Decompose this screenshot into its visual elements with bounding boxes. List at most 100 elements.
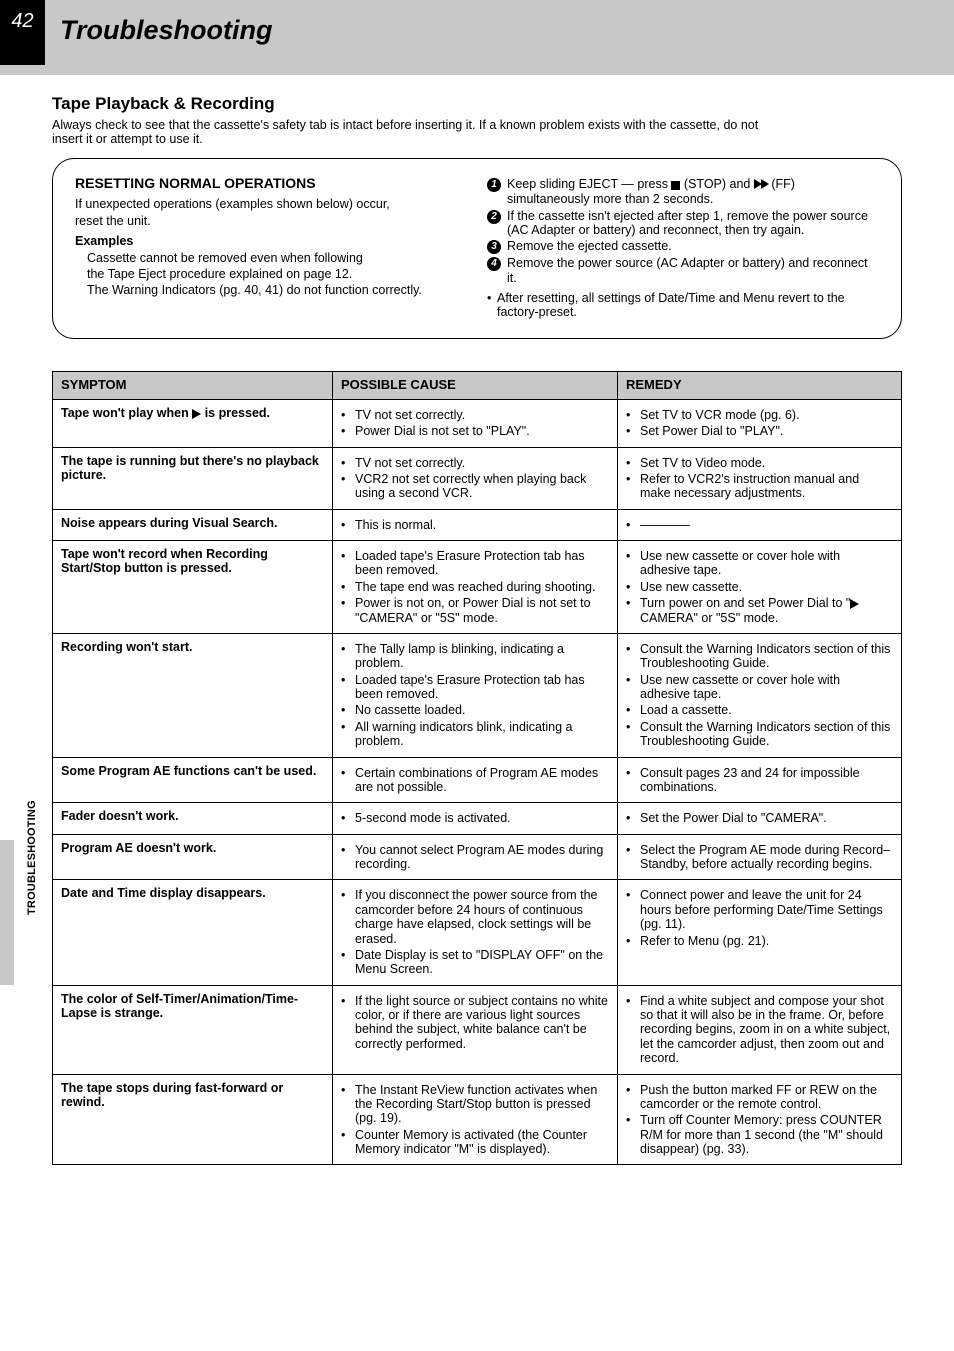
bullet-icon	[341, 1128, 355, 1157]
remedy-cell: Connect power and leave the unit for 24 …	[618, 880, 902, 985]
cause-text: Loaded tape's Erasure Protection tab has…	[355, 549, 609, 578]
bullet-icon	[341, 408, 355, 422]
symptom-cell: The tape is running but there's no playb…	[53, 447, 333, 509]
cause-text: The Tally lamp is blinking, indicating a…	[355, 642, 609, 671]
cause-text: You cannot select Program AE modes durin…	[355, 843, 609, 872]
bullet-icon	[626, 456, 640, 470]
symptom-cell: Date and Time display disappears.	[53, 880, 333, 985]
table-row: Tape won't record when Recording Start/S…	[53, 541, 902, 634]
remedy-cell: Select the Program AE mode during Record…	[618, 834, 902, 880]
cause-text: Certain combinations of Program AE modes…	[355, 766, 609, 795]
bullet-icon	[341, 549, 355, 578]
symptom-cell: Tape won't play when is pressed.	[53, 399, 333, 447]
reset-example2: The Warning Indicators (pg. 40, 41) do n…	[87, 283, 422, 297]
bullet-icon	[626, 424, 640, 438]
cause-text: Loaded tape's Erasure Protection tab has…	[355, 673, 609, 702]
step-badge-3: 3	[487, 240, 501, 254]
remedy-text: Set the Power Dial to "CAMERA".	[640, 811, 893, 825]
cause-text: The tape end was reached during shooting…	[355, 580, 609, 594]
reset-step4: Remove the power source (AC Adapter or b…	[507, 256, 879, 285]
col-cause: POSSIBLE CAUSE	[333, 371, 618, 399]
remedy-cell: Consult pages 23 and 24 for impossible c…	[618, 757, 902, 803]
remedy-cell: Use new cassette or cover hole with adhe…	[618, 541, 902, 634]
bullet-icon	[626, 408, 640, 422]
table-row: Program AE doesn't work. You cannot selec…	[53, 834, 902, 880]
bullet-icon	[341, 948, 355, 977]
bullet-icon	[626, 1113, 640, 1156]
remedy-text: Set TV to VCR mode (pg. 6).	[640, 408, 893, 422]
symptom-cell: Noise appears during Visual Search.	[53, 509, 333, 540]
step-badge-2: 2	[487, 210, 501, 224]
cause-text: The Instant ReView function activates wh…	[355, 1083, 609, 1126]
bullet-icon	[341, 642, 355, 671]
col-remedy: REMEDY	[618, 371, 902, 399]
bullet-icon	[341, 888, 355, 946]
bullet-icon	[626, 843, 640, 872]
cause-text: All warning indicators blink, indicating…	[355, 720, 609, 749]
bullet-icon	[341, 766, 355, 795]
reset-panel: RESETTING NORMAL OPERATIONS If unexpecte…	[52, 158, 902, 339]
symptom-cell: Program AE doesn't work.	[53, 834, 333, 880]
table-row: Date and Time display disappears. If you …	[53, 880, 902, 985]
bullet-icon	[626, 1083, 640, 1112]
reset-intro-l2: reset the unit.	[75, 214, 467, 228]
remedy-text: Use new cassette or cover hole with adhe…	[640, 673, 893, 702]
bullet-icon	[626, 642, 640, 671]
bullet-icon	[341, 518, 355, 532]
cause-cell: This is normal.	[333, 509, 618, 540]
bullet-icon	[341, 703, 355, 717]
symptom-cell: The color of Self-Timer/Animation/Time-L…	[53, 985, 333, 1074]
remedy-text: Consult pages 23 and 24 for impossible c…	[640, 766, 893, 795]
cause-cell: The Instant ReView function activates wh…	[333, 1074, 618, 1165]
remedy-cell: Set TV to Video mode.Refer to VCR2's ins…	[618, 447, 902, 509]
bullet-icon	[626, 472, 640, 501]
remedy-text: Set TV to Video mode.	[640, 456, 893, 470]
bullet-icon	[626, 703, 640, 717]
step-badge-4: 4	[487, 257, 501, 271]
bullet-icon	[626, 673, 640, 702]
bullet-icon	[341, 456, 355, 470]
bullet-icon	[341, 843, 355, 872]
cause-text: VCR2 not set correctly when playing back…	[355, 472, 609, 501]
remedy-text: Use new cassette or cover hole with adhe…	[640, 549, 893, 578]
cause-text: If the light source or subject contains …	[355, 994, 609, 1052]
bullet-icon	[626, 580, 640, 594]
bullet-icon	[626, 518, 640, 532]
reset-after-note: After resetting, all settings of Date/Ti…	[497, 291, 879, 320]
bullet-icon	[341, 720, 355, 749]
reset-examples-heading: Examples	[75, 234, 467, 248]
symptom-cell: Recording won't start.	[53, 633, 333, 757]
remedy-text: Push the button marked FF or REW on the …	[640, 1083, 893, 1112]
table-row: The tape is running but there's no playb…	[53, 447, 902, 509]
cause-cell: The Tally lamp is blinking, indicating a…	[333, 633, 618, 757]
remedy-cell: Find a white subject and compose your sh…	[618, 985, 902, 1074]
symptom-cell: Fader doesn't work.	[53, 803, 333, 834]
remedy-cell: ————	[618, 509, 902, 540]
remedy-cell: Consult the Warning Indicators section o…	[618, 633, 902, 757]
remedy-text: Use new cassette.	[640, 580, 893, 594]
troubleshooting-table: SYMPTOM POSSIBLE CAUSE REMEDY Tape won't…	[52, 371, 902, 1166]
bullet-icon	[626, 888, 640, 931]
remedy-text: Connect power and leave the unit for 24 …	[640, 888, 893, 931]
table-row: The tape stops during fast-forward or re…	[53, 1074, 902, 1165]
bullet-icon	[341, 424, 355, 438]
bullet-icon	[626, 766, 640, 795]
table-row: Fader doesn't work.5-second mode is acti…	[53, 803, 902, 834]
bullet-icon	[341, 811, 355, 825]
cause-cell: If you disconnect the power source from …	[333, 880, 618, 985]
remedy-text: Turn power on and set Power Dial to "CAM…	[640, 596, 893, 625]
reset-step2: If the cassette isn't ejected after step…	[507, 209, 879, 238]
cause-cell: 5-second mode is activated.	[333, 803, 618, 834]
bullet-icon	[626, 934, 640, 948]
cause-text: Date Display is set to "DISPLAY OFF" on …	[355, 948, 609, 977]
bullet-icon	[341, 580, 355, 594]
remedy-cell: Push the button marked FF or REW on the …	[618, 1074, 902, 1165]
cause-text: Power Dial is not set to "PLAY".	[355, 424, 609, 438]
cause-cell: If the light source or subject contains …	[333, 985, 618, 1074]
reset-example1: Cassette cannot be removed even when fol…	[87, 251, 363, 265]
cause-cell: You cannot select Program AE modes durin…	[333, 834, 618, 880]
cause-text: If you disconnect the power source from …	[355, 888, 609, 946]
cause-text: TV not set correctly.	[355, 408, 609, 422]
fast-forward-icon	[754, 178, 768, 192]
play-icon	[192, 409, 201, 419]
